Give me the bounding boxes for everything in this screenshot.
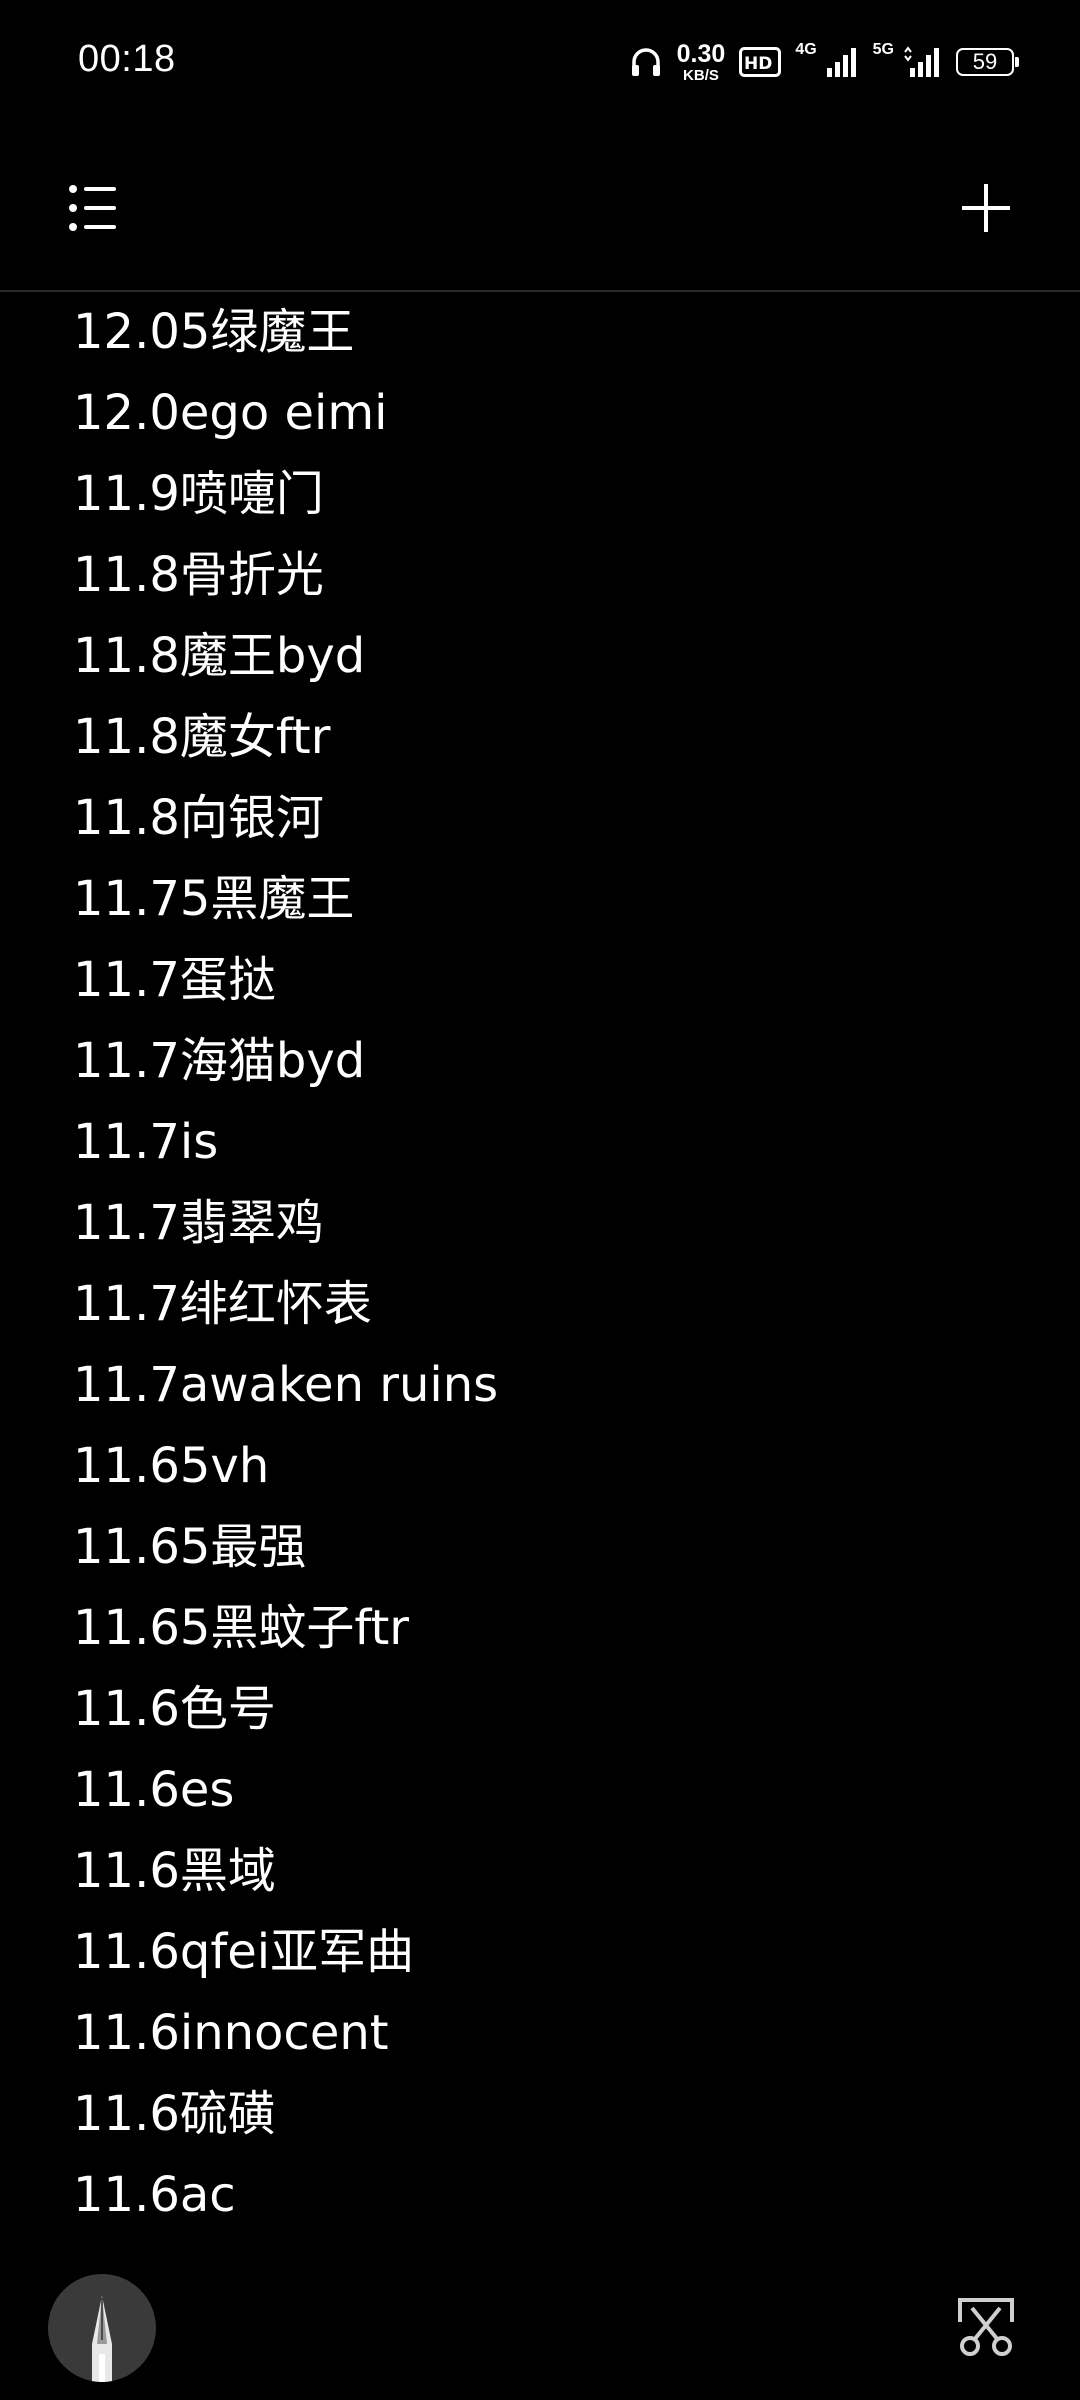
list-item[interactable]: 11.7is [0, 1102, 1080, 1183]
menu-button[interactable] [62, 176, 126, 240]
list-item[interactable]: 11.7海猫byd [0, 1021, 1080, 1102]
list-item[interactable]: 11.6es [0, 1750, 1080, 1831]
hd-voice-icon: HD [739, 47, 782, 77]
status-bar: 00:18 0.30 KB/S HD 4G 5G 59 [0, 0, 1080, 124]
scissor-icon [958, 2298, 1014, 2356]
list-item[interactable]: 12.0ego eimi [0, 373, 1080, 454]
list-item[interactable]: 11.8骨折光 [0, 535, 1080, 616]
list-item[interactable]: 11.6qfei亚军曲 [0, 1912, 1080, 1993]
list-item[interactable]: 11.9喷嚏门 [0, 454, 1080, 535]
signal-2-label: 5G [872, 41, 894, 58]
pen-icon [92, 2296, 112, 2382]
plus-icon [962, 184, 1010, 232]
network-speed-unit: KB/S [683, 66, 719, 84]
screenshot-scissor-button[interactable] [954, 2294, 1018, 2358]
list-item[interactable]: 11.65最强 [0, 1507, 1080, 1588]
signal-1-label: 4G [795, 41, 817, 58]
list-item[interactable]: 11.8向银河 [0, 778, 1080, 859]
pen-button[interactable] [48, 2274, 156, 2382]
signal-4g-icon [826, 48, 856, 77]
list-item[interactable]: 11.6色号 [0, 1669, 1080, 1750]
network-speed: 0.30 KB/S [676, 39, 726, 84]
list-item[interactable]: 11.7awaken ruins [0, 1345, 1080, 1426]
list-item[interactable]: 11.6ac [0, 2155, 1080, 2236]
list-item[interactable]: 11.75黑魔王 [0, 859, 1080, 940]
status-time: 00:18 [78, 38, 176, 80]
network-speed-value: 0.30 [676, 39, 726, 68]
battery-indicator: 59 [956, 48, 1019, 76]
list-item[interactable]: 11.8魔女ftr [0, 697, 1080, 778]
list-item[interactable]: 11.6黑域 [0, 1831, 1080, 1912]
list-item[interactable]: 11.7翡翠鸡 [0, 1183, 1080, 1264]
list-item[interactable]: 11.6innocent [0, 1993, 1080, 2074]
add-button[interactable] [954, 176, 1018, 240]
list-item[interactable]: 11.65vh [0, 1426, 1080, 1507]
song-list: 12.05绿魔王 12.0ego eimi 11.9喷嚏门 11.8骨折光 11.8魔王… [0, 292, 1080, 2236]
headphones-icon [631, 48, 660, 76]
menu-list-icon [69, 185, 116, 231]
battery-level: 59 [972, 49, 998, 74]
hd-badge: HD [744, 54, 772, 74]
signal-5g-icon [904, 46, 939, 77]
list-item[interactable]: 11.7绯红怀表 [0, 1264, 1080, 1345]
list-item[interactable]: 12.05绿魔王 [0, 292, 1080, 373]
list-item[interactable]: 11.6硫磺 [0, 2074, 1080, 2155]
list-item[interactable]: 11.8魔王byd [0, 616, 1080, 697]
list-item[interactable]: 11.65黑蚊子ftr [0, 1588, 1080, 1669]
app-bar [0, 124, 1080, 292]
list-item[interactable]: 11.7蛋挞 [0, 940, 1080, 1021]
screen: 00:18 0.30 KB/S HD 4G 5G 59 12.05绿魔王 12.… [0, 0, 1080, 2400]
status-icons: 0.30 KB/S HD 4G 5G 59 [629, 39, 1019, 84]
